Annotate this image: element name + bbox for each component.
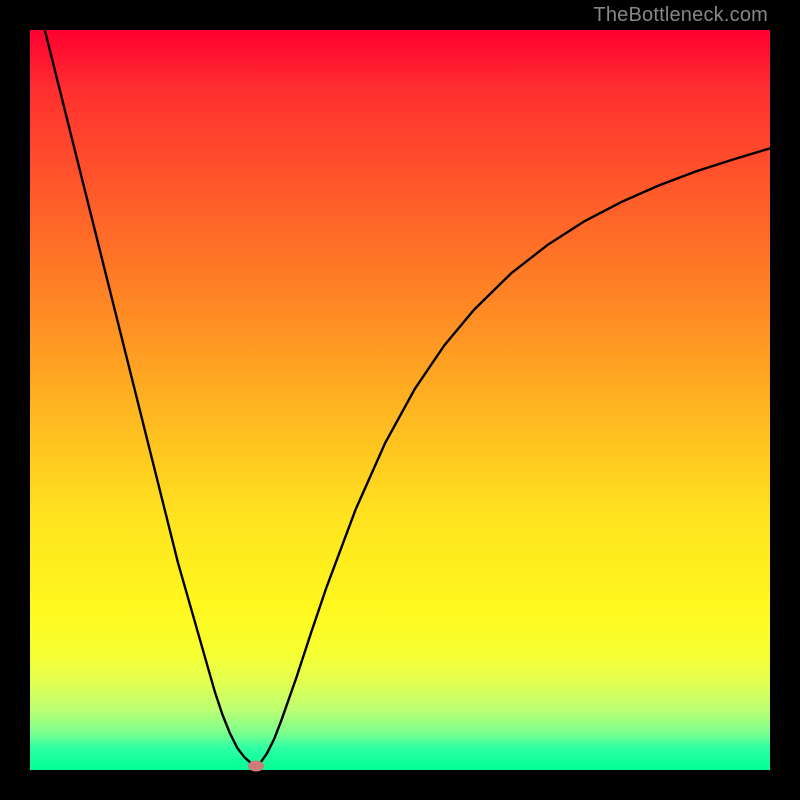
watermark-text: TheBottleneck.com bbox=[593, 4, 768, 27]
chart-plot-area bbox=[30, 30, 770, 770]
chart-curve bbox=[30, 30, 770, 770]
chart-frame: TheBottleneck.com bbox=[0, 0, 800, 800]
chart-minimum-marker bbox=[248, 761, 264, 772]
